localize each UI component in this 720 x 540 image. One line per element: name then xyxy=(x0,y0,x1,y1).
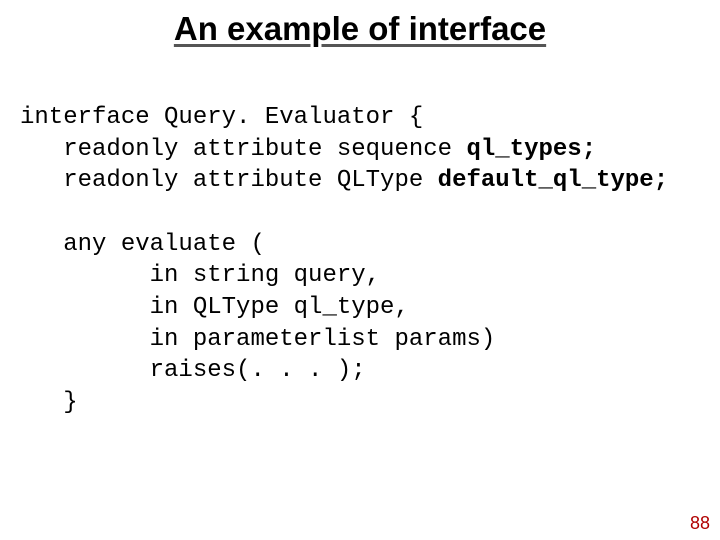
code-line-7: in QLType ql_type, xyxy=(20,294,409,321)
code-line-3b: default_ql_type; xyxy=(438,167,668,194)
code-line-8: in parameterlist params) xyxy=(20,326,495,353)
page-number: 88 xyxy=(690,513,710,534)
code-line-6: in string query, xyxy=(20,262,380,289)
code-block: interface Query. Evaluator { readonly at… xyxy=(20,102,668,419)
code-line-2a: readonly attribute sequence xyxy=(20,136,466,163)
code-line-1: interface Query. Evaluator { xyxy=(20,104,423,131)
code-line-2b: ql_types; xyxy=(466,136,596,163)
code-line-10: } xyxy=(20,389,78,416)
slide: An example of interface interface Query.… xyxy=(0,0,720,540)
slide-title: An example of interface xyxy=(0,0,720,48)
code-line-5: any evaluate ( xyxy=(20,231,265,258)
code-line-3a: readonly attribute QLType xyxy=(20,167,438,194)
code-line-9: raises(. . . ); xyxy=(20,357,366,384)
